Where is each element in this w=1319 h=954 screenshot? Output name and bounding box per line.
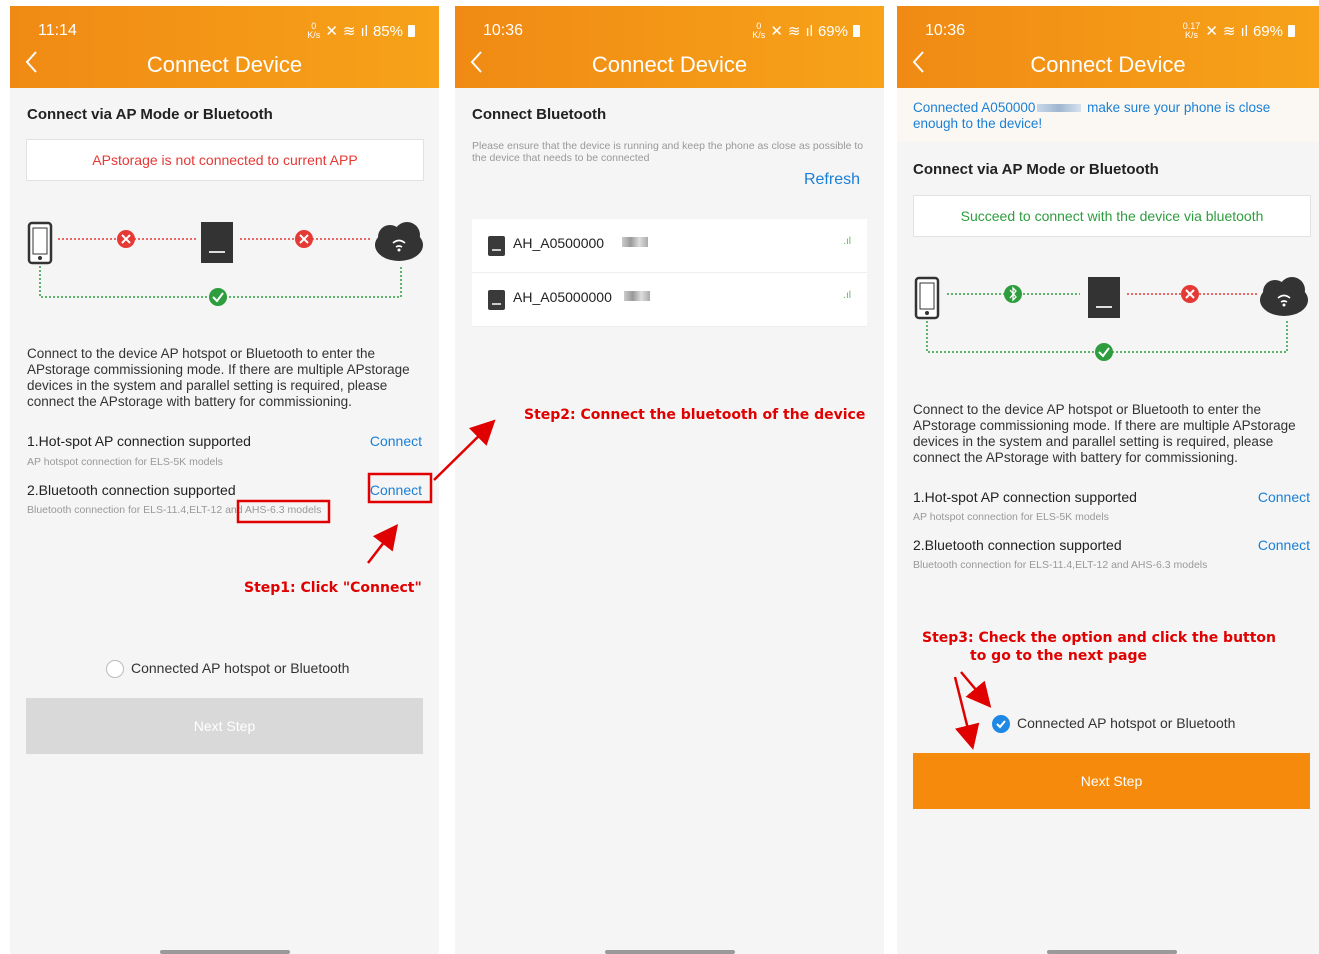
annotation-overlay [236, 419, 992, 750]
arrow-to-checkbox [960, 671, 992, 708]
arrow-step1 [367, 524, 399, 564]
arrow-to-next-button [953, 676, 980, 750]
step3-annotation-line2: to go to the next page [970, 648, 1147, 664]
step3-annotation-line1: Step3: Check the option and click the bu… [922, 630, 1277, 646]
arrow-to-step2 [433, 419, 496, 481]
highlight-model-box [236, 499, 331, 524]
highlight-connect-box [367, 472, 433, 504]
step1-annotation: Step1: Click "Connect" [244, 580, 422, 596]
step2-annotation: Step2: Connect the bluetooth of the devi… [524, 407, 866, 423]
